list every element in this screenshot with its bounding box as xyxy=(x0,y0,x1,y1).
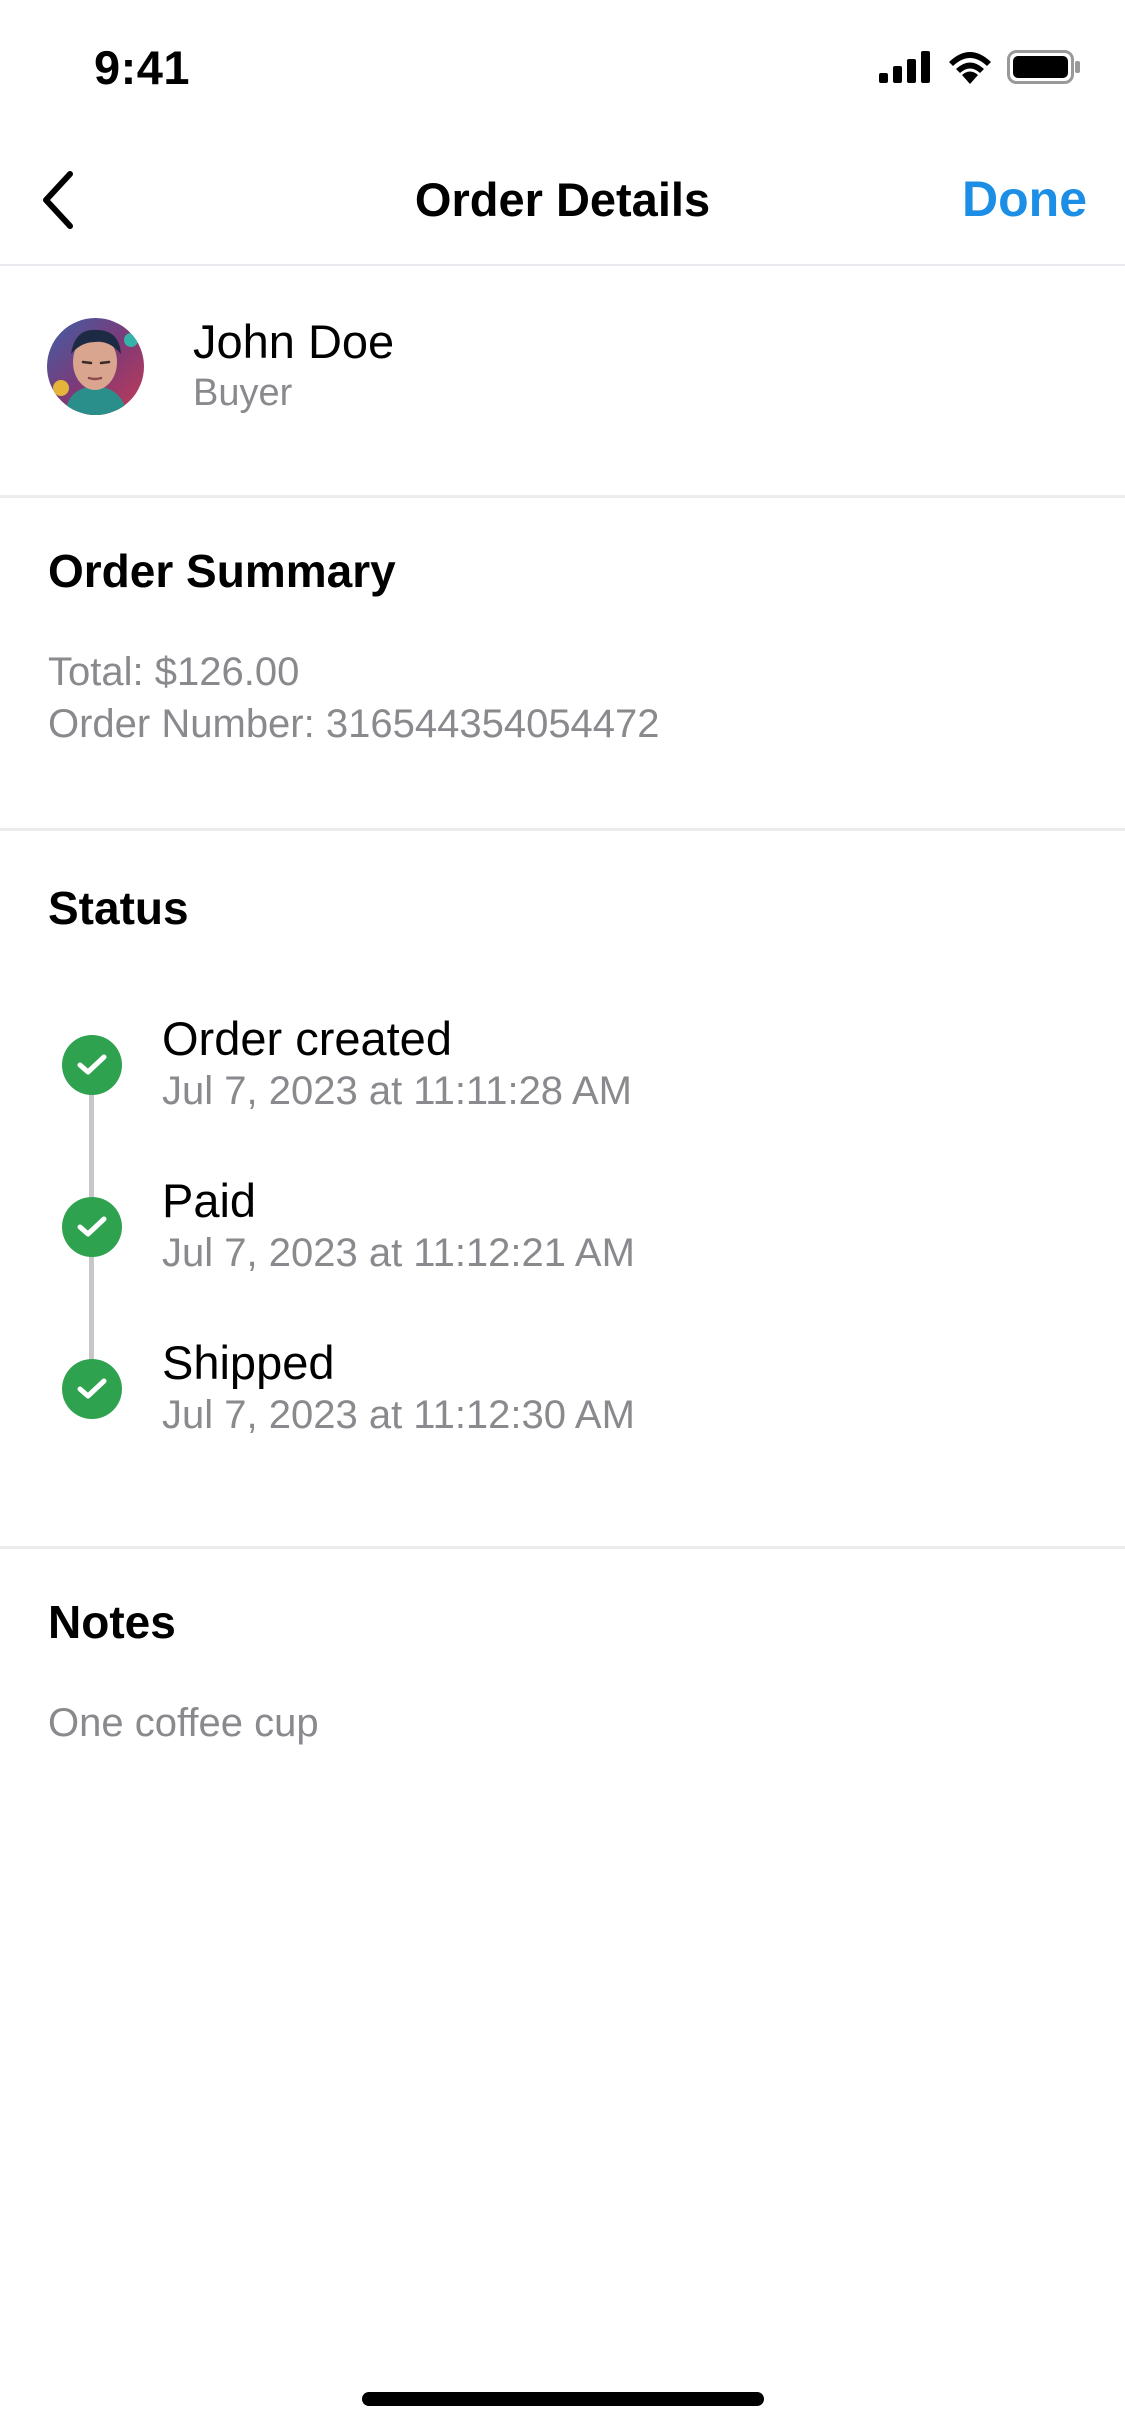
checkmark-icon xyxy=(77,1378,107,1399)
order-summary-title: Order Summary xyxy=(48,545,396,597)
status-step-label: Order created xyxy=(162,1012,452,1065)
status-step-time: Jul 7, 2023 at 11:11:28 AM xyxy=(162,1069,632,1113)
buyer-role: Buyer xyxy=(193,372,293,414)
order-total: Total: $126.00 xyxy=(48,650,300,694)
notes-section: Notes One coffee cup xyxy=(0,1549,1125,1849)
status-title: Status xyxy=(48,882,189,934)
checkmark-icon xyxy=(77,1054,107,1075)
wifi-icon xyxy=(949,52,991,84)
status-step-label: Shipped xyxy=(162,1336,335,1389)
avatar xyxy=(47,318,144,415)
status-section: Status Order created Jul 7, 2023 at 11:1… xyxy=(0,831,1125,1549)
system-icons xyxy=(879,50,1081,84)
cellular-signal-icon xyxy=(879,51,930,83)
order-number: Order Number: 316544354054472 xyxy=(48,702,660,746)
order-summary-section: Order Summary Total: $126.00 Order Numbe… xyxy=(0,498,1125,831)
done-button[interactable]: Done xyxy=(962,170,1087,228)
status-bar: 9:41 xyxy=(0,0,1125,140)
status-step-time: Jul 7, 2023 at 11:12:30 AM xyxy=(162,1393,635,1437)
status-step-complete-icon xyxy=(62,1197,122,1257)
page-title: Order Details xyxy=(414,173,711,226)
status-time: 9:41 xyxy=(94,41,191,94)
home-indicator[interactable] xyxy=(362,2392,764,2406)
buyer-row[interactable]: John Doe Buyer xyxy=(0,268,1125,498)
status-step-complete-icon xyxy=(62,1359,122,1419)
status-step-label: Paid xyxy=(162,1174,257,1227)
buyer-name: John Doe xyxy=(193,315,395,368)
battery-icon xyxy=(1007,50,1080,84)
notes-text: One coffee cup xyxy=(48,1701,319,1745)
navigation-bar: Order Details Done xyxy=(0,140,1125,266)
status-step-complete-icon xyxy=(62,1035,122,1095)
status-step-time: Jul 7, 2023 at 11:12:21 AM xyxy=(162,1231,635,1275)
checkmark-icon xyxy=(77,1216,107,1237)
notes-title: Notes xyxy=(48,1596,176,1648)
